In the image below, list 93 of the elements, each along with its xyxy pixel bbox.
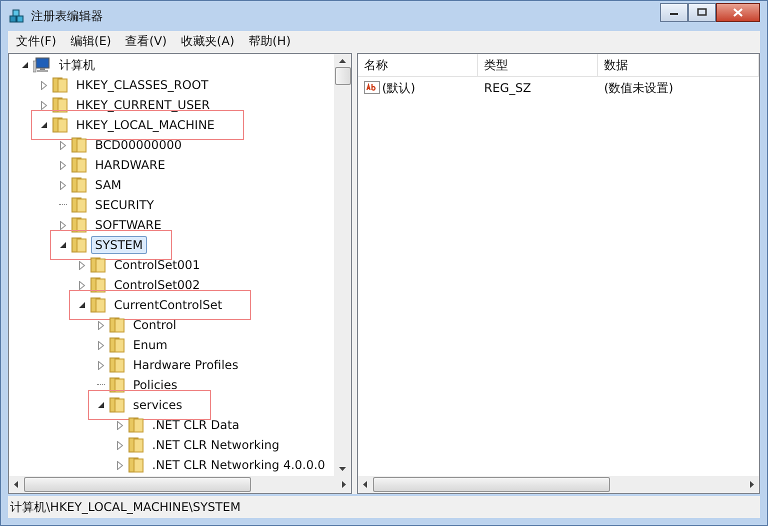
tree-item[interactable]: ControlSet001: [110, 256, 204, 274]
folder-icon: [109, 337, 125, 353]
scroll-right-icon[interactable]: [750, 481, 754, 488]
folder-icon: [109, 397, 125, 413]
column-header[interactable]: 数据: [598, 54, 759, 76]
tree-item[interactable]: 计算机: [55, 54, 99, 76]
collapse-arrow-icon[interactable]: [59, 241, 67, 249]
folder-icon: [52, 77, 68, 93]
folder-icon: [109, 357, 125, 373]
tree-item[interactable]: SAM: [91, 176, 126, 194]
status-bar: 计算机\HKEY_LOCAL_MACHINE\SYSTEM: [8, 496, 760, 518]
horizontal-scrollbar[interactable]: [358, 476, 759, 493]
folder-icon: [71, 237, 87, 253]
collapse-arrow-icon[interactable]: [21, 61, 29, 69]
folder-icon: [109, 377, 125, 393]
scrollbar-thumb[interactable]: [373, 477, 610, 492]
scroll-down-icon[interactable]: [339, 467, 346, 471]
expand-arrow-icon[interactable]: [97, 340, 105, 350]
maximize-button[interactable]: [688, 2, 716, 22]
folder-icon: [71, 137, 87, 153]
folder-icon: [71, 217, 87, 233]
expand-arrow-icon[interactable]: [97, 360, 105, 370]
menu-item[interactable]: 文件(F): [16, 32, 56, 50]
folder-icon: [71, 197, 87, 213]
expand-arrow-icon[interactable]: [116, 460, 124, 470]
folder-icon: [128, 457, 144, 473]
scroll-left-icon[interactable]: [14, 481, 18, 488]
menu-item[interactable]: 查看(V): [125, 32, 167, 50]
menu-item[interactable]: 收藏夹(A): [180, 32, 234, 50]
registry-cubes-icon: [9, 8, 25, 24]
folder-icon: [109, 317, 125, 333]
close-button[interactable]: [716, 2, 760, 22]
expand-arrow-icon[interactable]: [97, 320, 105, 330]
menu-item[interactable]: 帮助(H): [248, 32, 291, 50]
folder-icon: [128, 437, 144, 453]
folder-icon: [90, 277, 106, 293]
string-value-icon: [364, 81, 380, 95]
expand-arrow-icon[interactable]: [59, 160, 67, 170]
expand-arrow-icon[interactable]: [116, 420, 124, 430]
scroll-right-icon[interactable]: [342, 481, 346, 488]
tree-item[interactable]: .NET CLR Networking: [148, 436, 284, 454]
close-icon: [733, 8, 743, 16]
expand-arrow-icon[interactable]: [78, 280, 86, 290]
tree-item[interactable]: HKEY_CURRENT_USER: [72, 96, 214, 114]
value-type: REG_SZ: [483, 81, 532, 95]
tree-item[interactable]: services: [129, 396, 186, 414]
tree-item[interactable]: Enum: [129, 336, 172, 354]
maximize-icon: [697, 8, 707, 16]
tree-item[interactable]: .NET CLR Data: [148, 416, 244, 434]
folder-icon: [52, 97, 68, 113]
folder-icon: [52, 117, 68, 133]
folder-icon: [90, 257, 106, 273]
collapse-arrow-icon[interactable]: [40, 121, 48, 129]
column-header[interactable]: 名称: [358, 54, 478, 76]
tree-item[interactable]: .NET CLR Networking 4.0.0.0: [148, 456, 330, 474]
scroll-up-icon[interactable]: [339, 59, 346, 63]
folder-icon: [90, 297, 106, 313]
tree-item[interactable]: ControlSet002: [110, 276, 204, 294]
scroll-left-icon[interactable]: [363, 481, 367, 488]
horizontal-scrollbar[interactable]: [9, 476, 351, 493]
collapse-arrow-icon[interactable]: [97, 401, 105, 409]
tree-item[interactable]: Policies: [129, 376, 182, 394]
window-title: 注册表编辑器: [31, 8, 103, 24]
tree-item[interactable]: HARDWARE: [91, 156, 170, 174]
minimize-button[interactable]: [660, 2, 688, 22]
value-name[interactable]: (默认): [382, 80, 416, 96]
scrollbar-thumb[interactable]: [334, 67, 350, 85]
expand-arrow-icon[interactable]: [40, 80, 48, 90]
folder-icon: [71, 177, 87, 193]
menu-item[interactable]: 编辑(E): [70, 32, 112, 50]
tree-item[interactable]: SOFTWARE: [91, 216, 166, 234]
tree-item[interactable]: Hardware Profiles: [129, 356, 242, 374]
expand-arrow-icon[interactable]: [40, 100, 48, 110]
tree-item[interactable]: BCD00000000: [91, 136, 186, 154]
vertical-scrollbar[interactable]: [334, 54, 351, 476]
expand-arrow-icon[interactable]: [116, 440, 124, 450]
expand-arrow-icon[interactable]: [59, 140, 67, 150]
expand-arrow-icon[interactable]: [78, 260, 86, 270]
folder-icon: [128, 417, 144, 433]
expand-arrow-icon[interactable]: [59, 220, 67, 230]
tree-item[interactable]: CurrentControlSet: [110, 296, 226, 314]
scrollbar-thumb[interactable]: [24, 477, 251, 492]
tree-item[interactable]: SECURITY: [91, 196, 158, 214]
value-data: (数值未设置): [603, 80, 674, 96]
tree-item[interactable]: HKEY_LOCAL_MACHINE: [72, 116, 219, 134]
column-header[interactable]: 类型: [478, 54, 598, 76]
collapse-arrow-icon[interactable]: [78, 301, 86, 309]
tree-item[interactable]: SYSTEM: [91, 236, 147, 254]
expand-arrow-icon[interactable]: [59, 180, 67, 190]
tree-item[interactable]: Control: [129, 316, 180, 334]
tree-item[interactable]: HKEY_CLASSES_ROOT: [72, 76, 212, 94]
computer-icon: [33, 57, 51, 73]
folder-icon: [71, 157, 87, 173]
